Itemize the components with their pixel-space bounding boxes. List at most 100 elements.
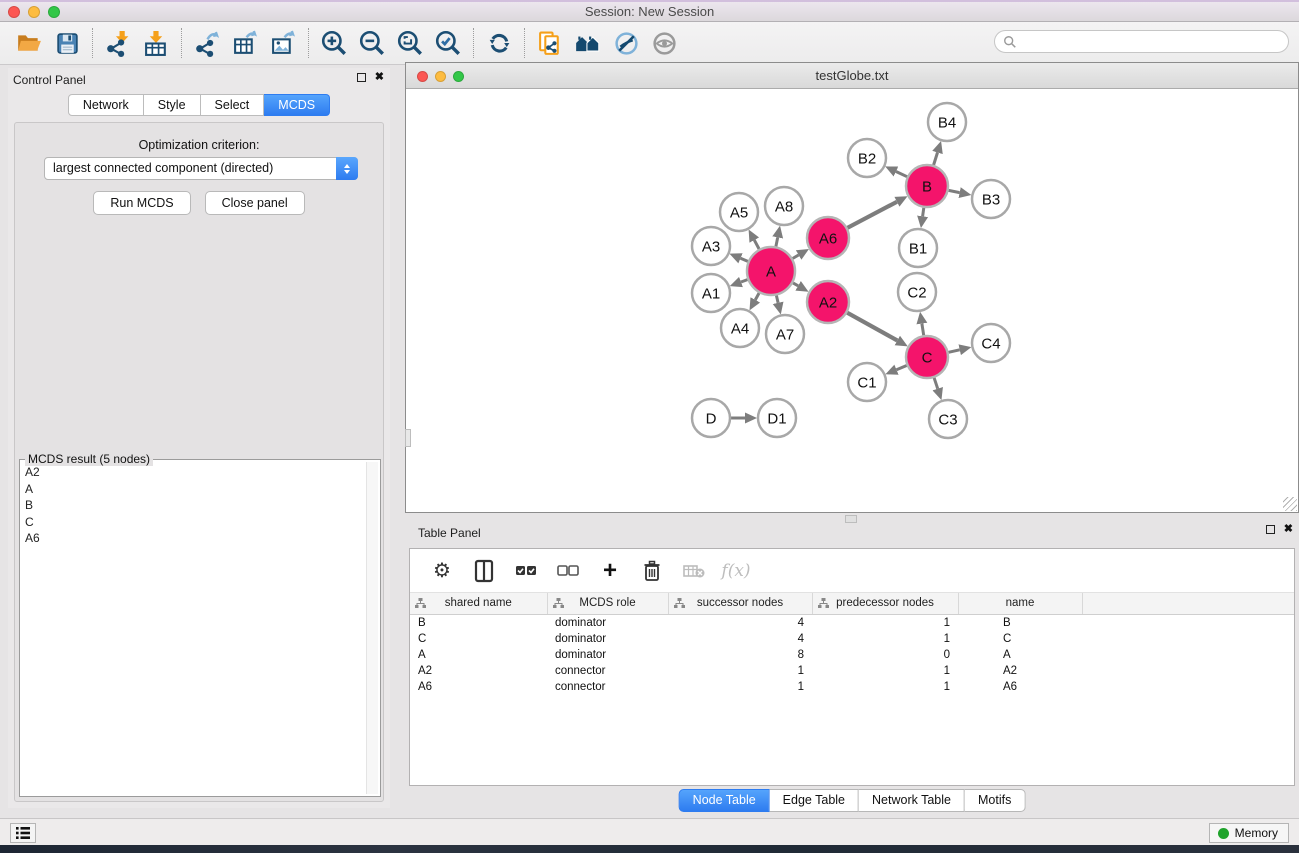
import-network-button[interactable] (99, 26, 137, 60)
close-panel-button[interactable]: Close panel (205, 191, 305, 215)
graph-edge-A-A3[interactable] (741, 258, 748, 261)
tab-network-table[interactable]: Network Table (859, 789, 965, 812)
column-header-shared-name[interactable]: shared name (410, 593, 547, 614)
network-canvas[interactable]: B4B2BB3A5A8A6A3B1AA1C2A2A4A7C4CC1C3DD1 (406, 89, 1298, 512)
table-row[interactable]: A6connector11A6 (410, 679, 1294, 695)
cell-shared-name[interactable]: A2 (410, 663, 547, 679)
save-session-button[interactable] (48, 26, 86, 60)
graph-edge-A-A4[interactable] (755, 293, 759, 300)
cell-successor-nodes[interactable]: 4 (668, 631, 812, 647)
cell-name[interactable]: C (958, 631, 1082, 647)
cell-mcds-role[interactable]: connector (547, 663, 668, 679)
select-all-button[interactable] (512, 557, 540, 585)
column-header-mcds-role[interactable]: MCDS role (547, 593, 668, 614)
graph-edge-C-C1[interactable] (897, 366, 907, 370)
cell-name[interactable]: A (958, 647, 1082, 663)
float-table-panel-icon[interactable] (1266, 525, 1275, 534)
search-input[interactable] (1017, 33, 1288, 51)
maximize-window-button[interactable] (48, 6, 60, 18)
cell-mcds-role[interactable]: connector (547, 679, 668, 695)
cell-predecessor-nodes[interactable]: 1 (812, 663, 958, 679)
graph-node-A6[interactable]: A6 (807, 217, 849, 259)
float-panel-icon[interactable] (357, 73, 366, 82)
graph-edge-A-A5[interactable] (754, 240, 759, 249)
memory-button[interactable]: Memory (1209, 823, 1289, 843)
graph-node-C2[interactable]: C2 (898, 273, 936, 311)
graph-node-A5[interactable]: A5 (720, 193, 758, 231)
search-box[interactable] (994, 30, 1289, 53)
column-header-predecessor-nodes[interactable]: predecessor nodes (812, 593, 958, 614)
graph-edge-A-A2[interactable] (793, 283, 798, 286)
graph-edge-A-A7[interactable] (776, 295, 778, 302)
minimize-window-button[interactable] (28, 6, 40, 18)
cell-mcds-role[interactable]: dominator (547, 614, 668, 631)
cell-predecessor-nodes[interactable]: 1 (812, 631, 958, 647)
show-all-button[interactable] (645, 26, 683, 60)
graph-node-A[interactable]: A (747, 247, 795, 295)
close-panel-icon[interactable]: ✖ (375, 73, 384, 82)
zoom-in-button[interactable] (315, 26, 353, 60)
cell-name[interactable]: A2 (958, 663, 1082, 679)
graph-edge-C-C2[interactable] (922, 324, 924, 336)
cell-successor-nodes[interactable]: 8 (668, 647, 812, 663)
tab-node-table[interactable]: Node Table (679, 789, 770, 812)
table-row[interactable]: Cdominator41C (410, 631, 1294, 647)
column-header-successor-nodes[interactable]: successor nodes (668, 593, 812, 614)
zoom-out-button[interactable] (353, 26, 391, 60)
zoom-fit-button[interactable] (391, 26, 429, 60)
cell-predecessor-nodes[interactable]: 1 (812, 679, 958, 695)
graph-node-B4[interactable]: B4 (928, 103, 966, 141)
cell-predecessor-nodes[interactable]: 0 (812, 647, 958, 663)
graph-node-D[interactable]: D (692, 399, 730, 437)
cell-mcds-role[interactable]: dominator (547, 631, 668, 647)
mcds-result-item[interactable]: B (22, 497, 365, 514)
mcds-result-item[interactable]: A6 (22, 530, 365, 547)
network-window-titlebar[interactable]: testGlobe.txt (406, 63, 1298, 89)
graph-node-C3[interactable]: C3 (929, 400, 967, 438)
cell-shared-name[interactable]: C (410, 631, 547, 647)
graph-node-D1[interactable]: D1 (758, 399, 796, 437)
graph-edge-A-A6[interactable] (793, 255, 799, 259)
graph-edge-A2-C[interactable] (847, 313, 897, 341)
cell-predecessor-nodes[interactable]: 1 (812, 614, 958, 631)
graph-edge-C-C4[interactable] (949, 350, 960, 353)
panel-grip-handle[interactable] (405, 429, 411, 447)
graph-node-A3[interactable]: A3 (692, 227, 730, 265)
cell-mcds-role[interactable]: dominator (547, 647, 668, 663)
graph-node-B[interactable]: B (906, 165, 948, 207)
network-maximize-button[interactable] (453, 71, 464, 82)
close-window-button[interactable] (8, 6, 20, 18)
graph-node-C4[interactable]: C4 (972, 324, 1010, 362)
graph-node-B2[interactable]: B2 (848, 139, 886, 177)
export-network-button[interactable] (188, 26, 226, 60)
window-titlebar[interactable]: Session: New Session (0, 0, 1299, 22)
tab-motifs[interactable]: Motifs (965, 789, 1025, 812)
table-row[interactable]: A2connector11A2 (410, 663, 1294, 679)
tab-mcds[interactable]: MCDS (264, 94, 330, 116)
cell-shared-name[interactable]: A6 (410, 679, 547, 695)
cell-shared-name[interactable]: A (410, 647, 547, 663)
tab-select[interactable]: Select (201, 94, 265, 116)
refresh-button[interactable] (480, 26, 518, 60)
graph-node-C1[interactable]: C1 (848, 363, 886, 401)
tab-style[interactable]: Style (144, 94, 201, 116)
cell-successor-nodes[interactable]: 1 (668, 679, 812, 695)
mcds-result-scrollbar[interactable] (366, 462, 378, 794)
graph-node-A4[interactable]: A4 (721, 309, 759, 347)
add-column-button[interactable]: + (596, 557, 624, 585)
mcds-result-item[interactable]: A (22, 481, 365, 498)
delete-column-button[interactable] (638, 557, 666, 585)
function-builder-button[interactable]: f(x) (722, 557, 750, 585)
graph-node-B3[interactable]: B3 (972, 180, 1010, 218)
table-settings-button[interactable]: ⚙ (428, 557, 456, 585)
graph-edge-B-B2[interactable] (896, 172, 907, 177)
graph-edge-B-B4[interactable] (934, 153, 938, 166)
cell-name[interactable]: B (958, 614, 1082, 631)
task-history-button[interactable] (10, 823, 36, 843)
mcds-result-item[interactable]: A2 (22, 464, 365, 481)
home-button[interactable] (569, 26, 607, 60)
cell-name[interactable]: A6 (958, 679, 1082, 695)
cell-successor-nodes[interactable]: 1 (668, 663, 812, 679)
network-minimize-button[interactable] (435, 71, 446, 82)
network-close-button[interactable] (417, 71, 428, 82)
